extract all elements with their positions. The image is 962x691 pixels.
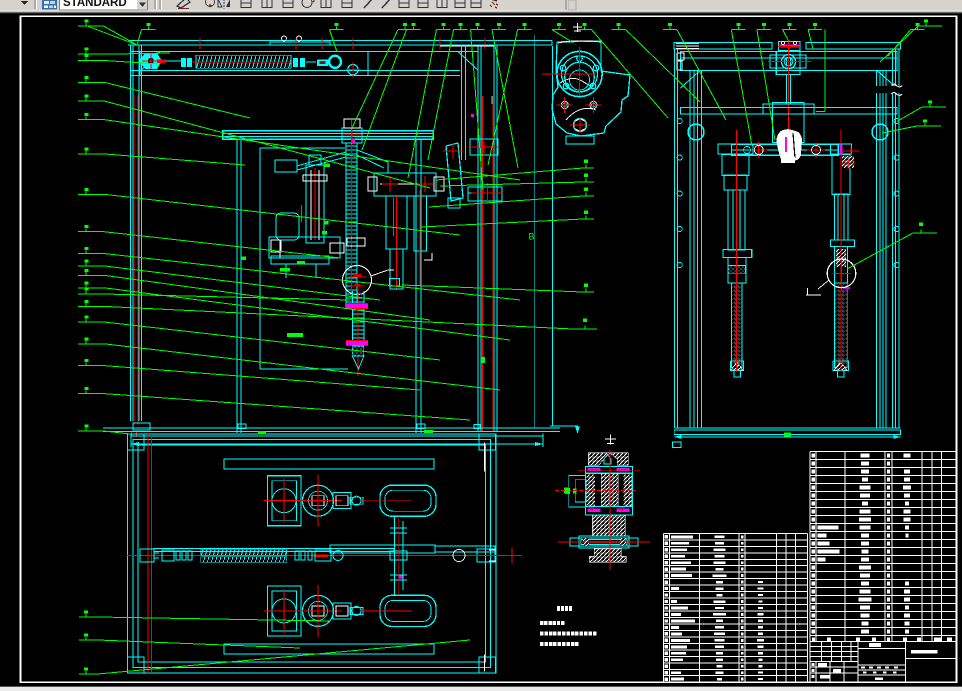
svg-text:STANDARD: STANDARD xyxy=(63,0,127,9)
svg-text:B: B xyxy=(529,232,535,242)
